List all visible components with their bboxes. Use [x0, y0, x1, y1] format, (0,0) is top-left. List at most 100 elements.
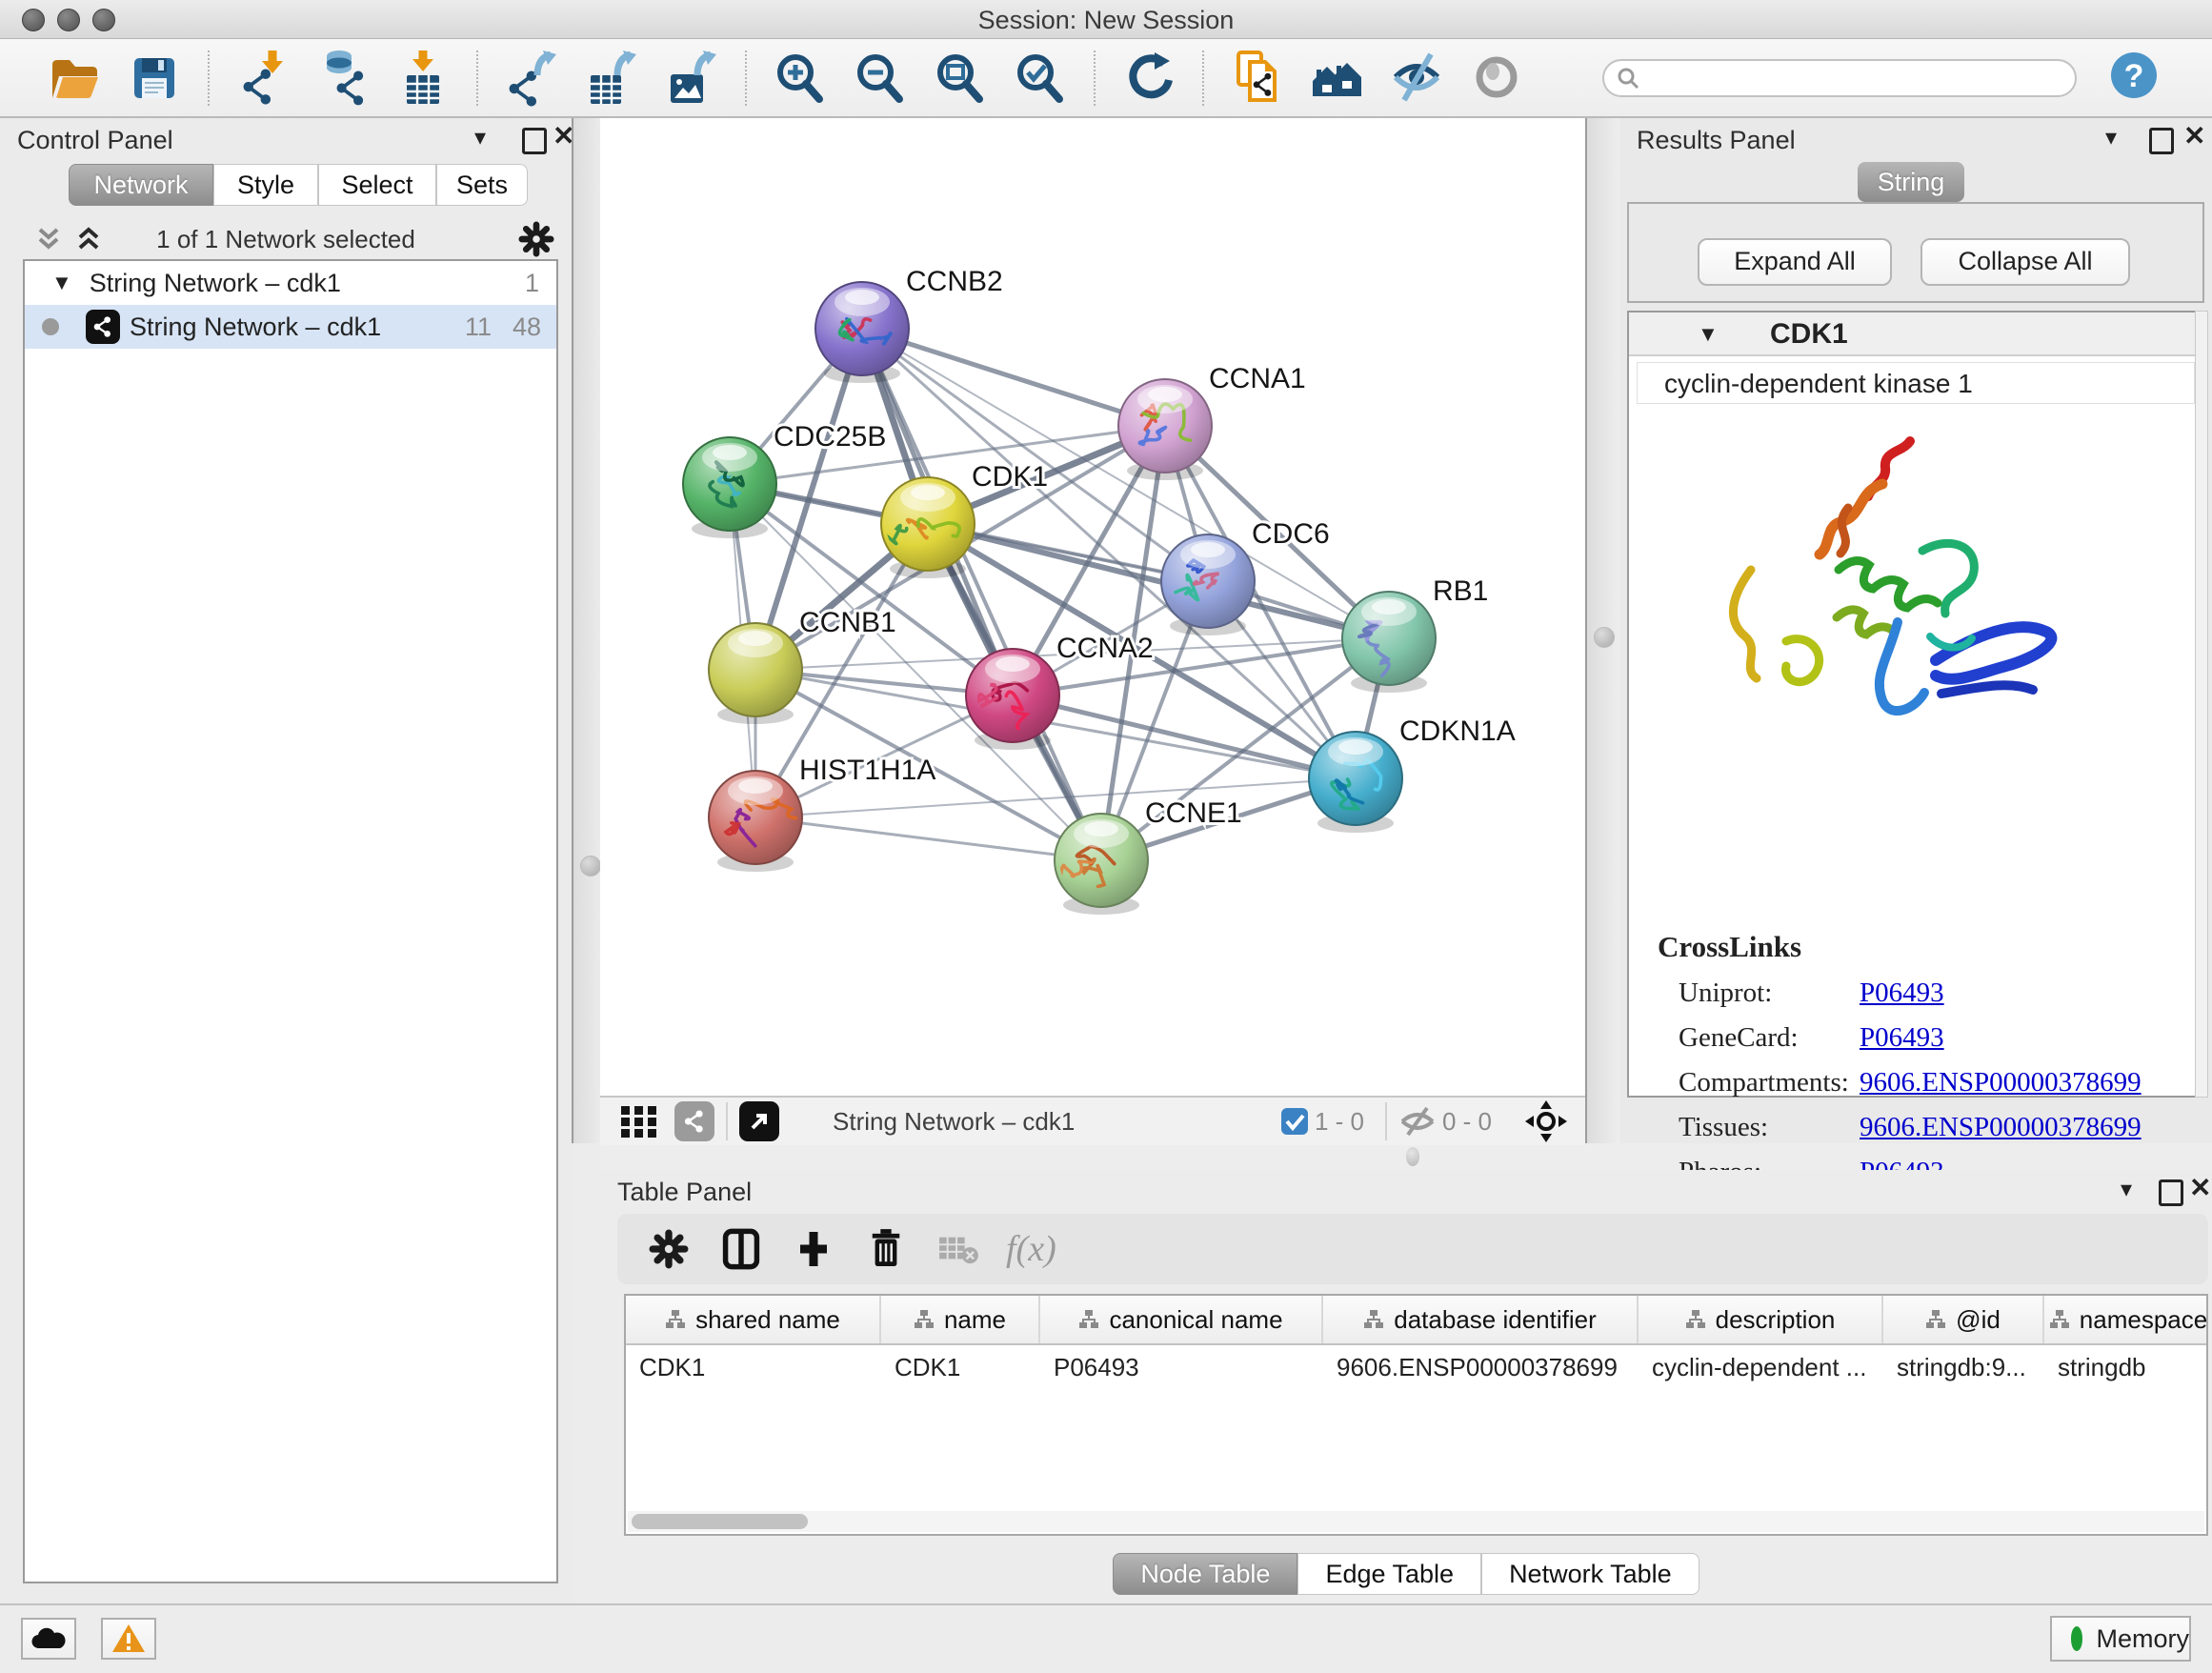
- network-options-gear-icon[interactable]: [518, 221, 554, 257]
- right-splitter-handle[interactable]: [1594, 627, 1615, 648]
- node-CCNB1[interactable]: [709, 623, 802, 724]
- export-table-button[interactable]: [583, 48, 640, 109]
- zoom-selected-button[interactable]: [1012, 48, 1069, 109]
- table-hscrollbar[interactable]: [628, 1511, 2204, 1532]
- selected-checkbox-icon[interactable]: [1280, 1107, 1309, 1136]
- crosslink-link[interactable]: P06493: [1860, 1022, 1944, 1054]
- tab-string[interactable]: String: [1858, 162, 1964, 202]
- table-settings-gear-icon[interactable]: [644, 1226, 694, 1272]
- crosslink-link[interactable]: 9606.ENSP00000378699: [1860, 1067, 2142, 1099]
- table-hscrollbar-thumb[interactable]: [632, 1514, 808, 1529]
- column-header-description[interactable]: description: [1639, 1296, 1883, 1343]
- tab-node-table[interactable]: Node Table: [1113, 1553, 1297, 1595]
- cloud-status-button[interactable]: [21, 1618, 76, 1660]
- table-cell: stringdb:9...: [1883, 1345, 2044, 1387]
- node-label-HIST1H1A: HIST1H1A: [799, 755, 935, 786]
- network-row[interactable]: String Network – cdk1 11 48: [25, 305, 556, 349]
- import-database-icon: [316, 49, 370, 108]
- column-header-canonical-name[interactable]: canonical name: [1040, 1296, 1323, 1343]
- import-table-button[interactable]: [394, 48, 452, 109]
- string-network-view[interactable]: CCNB2CCNA1CDC25BCDK1CDC6RB1CCNB1CCNA2CDK…: [600, 118, 1585, 1096]
- delete-column-icon[interactable]: [861, 1226, 911, 1272]
- export-image-button[interactable]: [663, 48, 720, 109]
- node-label-CDC25B: CDC25B: [774, 421, 886, 453]
- edge-CCNB2-CCNA1[interactable]: [862, 329, 1165, 426]
- help-button[interactable]: ?: [2109, 50, 2159, 105]
- node-HIST1H1A[interactable]: [709, 771, 803, 872]
- open-session-button[interactable]: [46, 48, 103, 109]
- import-network-button[interactable]: [234, 48, 292, 109]
- zoom-in-button[interactable]: [772, 48, 829, 109]
- crosslink-label: Tissues:: [1679, 1112, 1860, 1143]
- tab-network-table[interactable]: Network Table: [1481, 1553, 1699, 1595]
- column-header-shared-name[interactable]: shared name: [626, 1296, 881, 1343]
- birds-eye-icon[interactable]: [1524, 1099, 1568, 1143]
- open-in-window-icon[interactable]: [739, 1101, 779, 1141]
- node-CDKN1A[interactable]: [1309, 732, 1402, 833]
- results-panel-title: Results Panel: [1637, 126, 1796, 155]
- save-session-button[interactable]: [126, 48, 183, 109]
- home-networks-button[interactable]: [1309, 48, 1366, 109]
- panel-float-icon[interactable]: [2159, 1179, 2183, 1213]
- zoom-fit-button[interactable]: [932, 48, 989, 109]
- tab-sets[interactable]: Sets: [436, 164, 528, 206]
- node-label-CDK1: CDK1: [972, 461, 1048, 493]
- add-column-icon[interactable]: [789, 1226, 838, 1272]
- panel-menu-icon[interactable]: ▾: [474, 124, 486, 151]
- preview-eye-button[interactable]: [1469, 48, 1526, 109]
- crosslink-link[interactable]: P06493: [1860, 978, 1944, 1009]
- node-CDC6[interactable]: [1161, 534, 1255, 635]
- select-columns-icon[interactable]: [716, 1226, 766, 1272]
- tab-select[interactable]: Select: [318, 164, 436, 206]
- import-network-icon: [236, 49, 290, 108]
- network-collection-row[interactable]: ▼ String Network – cdk1 1: [25, 261, 556, 305]
- expand-all-button[interactable]: Expand All: [1698, 238, 1892, 286]
- node-RB1[interactable]: [1342, 592, 1436, 693]
- tab-style[interactable]: Style: [213, 164, 318, 206]
- gene-header-row[interactable]: ▼ CDK1: [1629, 312, 2202, 356]
- panel-menu-icon[interactable]: ▾: [2105, 124, 2117, 151]
- edge-HIST1H1A-CCNE1[interactable]: [755, 817, 1101, 860]
- memory-button[interactable]: Memory: [2050, 1616, 2191, 1662]
- import-database-button[interactable]: [314, 48, 372, 109]
- table-row[interactable]: CDK1CDK1P064939606.ENSP00000378699cyclin…: [626, 1345, 2206, 1387]
- refresh-view-button[interactable]: [1120, 48, 1177, 109]
- export-network-button[interactable]: [503, 48, 560, 109]
- collapse-all-button[interactable]: Collapse All: [1920, 238, 2130, 286]
- network-badge-icon[interactable]: [674, 1101, 714, 1141]
- node-CCNA1[interactable]: [1118, 379, 1212, 480]
- cloud-icon: [30, 1625, 68, 1652]
- tab-edge-table[interactable]: Edge Table: [1297, 1553, 1481, 1595]
- view-network-name: String Network – cdk1: [833, 1107, 1075, 1137]
- column-header-@id[interactable]: @id: [1883, 1296, 2044, 1343]
- crosslink-link[interactable]: 9606.ENSP00000378699: [1860, 1112, 2142, 1143]
- search-input[interactable]: [1648, 64, 2075, 92]
- collection-expander-icon[interactable]: ▼: [51, 271, 72, 295]
- hide-unhide-button[interactable]: [1389, 48, 1446, 109]
- search-box[interactable]: [1602, 59, 2077, 97]
- gene-expander-icon[interactable]: ▼: [1698, 322, 1719, 347]
- panel-close-icon[interactable]: ✕: [2189, 1172, 2211, 1203]
- crosslink-label: Uniprot:: [1679, 978, 1860, 1009]
- column-header-namespace[interactable]: namespace: [2044, 1296, 2208, 1343]
- clipboard-share-button[interactable]: [1229, 48, 1286, 109]
- zoom-out-button[interactable]: [852, 48, 909, 109]
- warnings-button[interactable]: [101, 1618, 156, 1660]
- results-scrollbar[interactable]: [2195, 311, 2208, 1098]
- network-canvas[interactable]: CCNB2CCNA1CDC25BCDK1CDC6RB1CCNB1CCNA2CDK…: [600, 118, 1585, 1096]
- node-CDC25B[interactable]: [683, 437, 776, 538]
- column-header-database-identifier[interactable]: database identifier: [1323, 1296, 1639, 1343]
- grid-view-icon[interactable]: [619, 1102, 661, 1140]
- node-table[interactable]: shared namenamecanonical namedatabase id…: [624, 1294, 2208, 1536]
- node-CCNE1[interactable]: [1055, 814, 1148, 915]
- table-panel: Table Panel ▾ ✕: [600, 1170, 2212, 1603]
- panel-menu-icon[interactable]: ▾: [2121, 1176, 2132, 1203]
- panel-close-icon[interactable]: ✕: [2183, 120, 2205, 151]
- panel-float-icon[interactable]: [2149, 128, 2174, 161]
- column-header-name[interactable]: name: [881, 1296, 1040, 1343]
- bottom-splitter-handle[interactable]: [1406, 1147, 1419, 1166]
- tab-network[interactable]: Network: [69, 164, 213, 206]
- panel-float-icon[interactable]: [522, 128, 547, 161]
- right-splitter[interactable]: [1585, 118, 1622, 1143]
- left-splitter-handle[interactable]: [580, 856, 601, 877]
